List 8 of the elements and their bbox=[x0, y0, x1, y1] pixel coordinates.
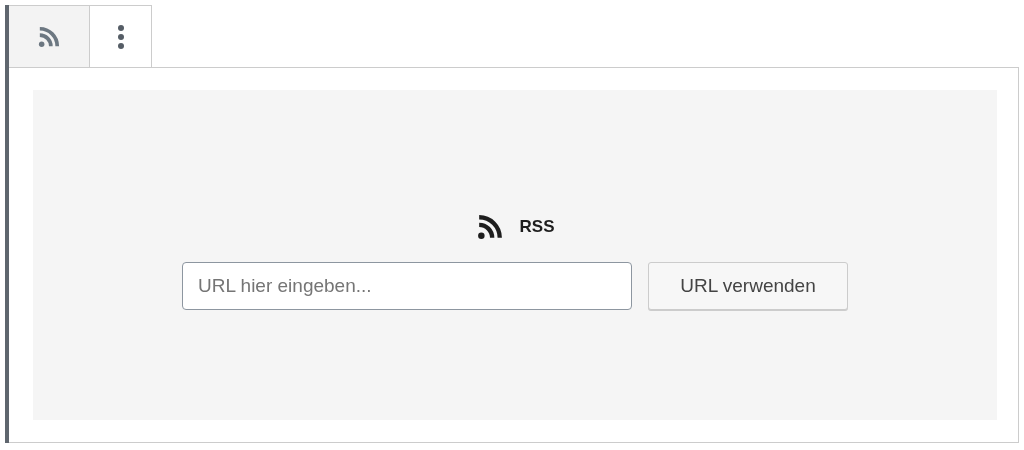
more-options-button[interactable] bbox=[90, 5, 152, 68]
use-url-button[interactable]: URL verwenden bbox=[648, 262, 848, 310]
more-icon bbox=[116, 23, 125, 50]
rss-icon bbox=[38, 25, 60, 48]
block-label: RSS bbox=[519, 216, 555, 239]
rss-block-button[interactable] bbox=[9, 5, 90, 68]
url-input-field[interactable]: URL hier eingeben... bbox=[182, 262, 632, 310]
rss-icon bbox=[475, 214, 504, 240]
